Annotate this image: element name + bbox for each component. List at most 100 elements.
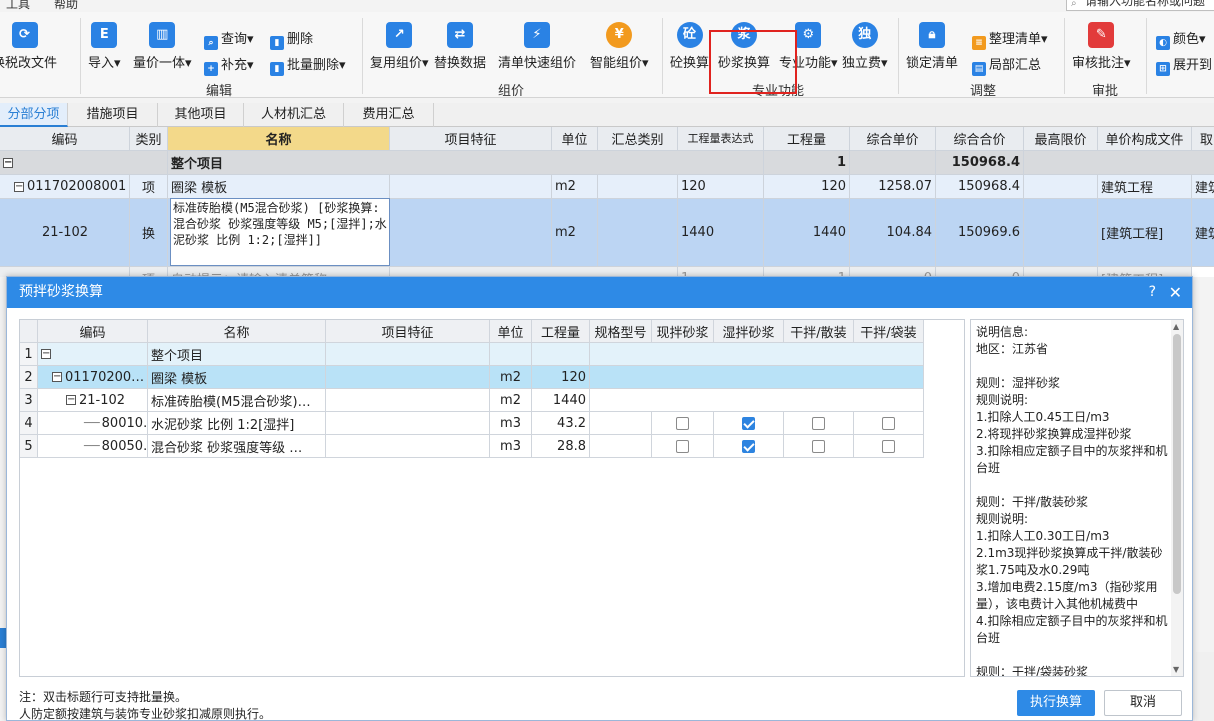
partial-summary-button[interactable]: ▤ 局部汇总: [972, 54, 1041, 76]
row-item-max-price[interactable]: [1024, 175, 1098, 199]
row-item-code[interactable]: −011702008001: [0, 175, 130, 199]
cancel-button[interactable]: 取消: [1104, 690, 1182, 716]
row-whole-project-code[interactable]: −: [0, 151, 168, 175]
site-mixed-checkbox[interactable]: [676, 439, 689, 453]
unit-price-button[interactable]: ▥ 量价一体▾: [133, 22, 192, 71]
wet-mixed-checkbox[interactable]: [742, 416, 755, 430]
dry-bulk-checkbox[interactable]: [812, 439, 825, 453]
replace-data-button[interactable]: ⇄ 替换数据: [434, 22, 486, 71]
table-row-code[interactable]: ──80050…: [38, 435, 148, 458]
expand-to-button[interactable]: ⊞ 展开到: [1156, 54, 1212, 76]
row-item-name[interactable]: 圈梁 模板: [168, 175, 390, 199]
table-row-code[interactable]: −21-102: [38, 389, 148, 412]
col-header-unit[interactable]: 单位: [552, 127, 598, 151]
row-item-category[interactable]: 项: [130, 175, 168, 199]
row-sub-extra[interactable]: 建筑: [1192, 199, 1214, 267]
info-scrollbar[interactable]: ▲ ▼: [1171, 320, 1183, 676]
row-item-extra[interactable]: 建筑: [1192, 175, 1214, 199]
collapse-icon[interactable]: −: [3, 157, 13, 168]
table-row-name[interactable]: 标准砖胎模(M5混合砂浆)…: [148, 389, 326, 412]
row-item-template[interactable]: 建筑工程: [1098, 175, 1192, 199]
independent-fee-button[interactable]: 独 独立费▾: [842, 22, 888, 71]
table-row-name[interactable]: 混合砂浆 砂浆强度等级 …: [148, 435, 326, 458]
table-row-unit[interactable]: m2: [490, 366, 532, 389]
table-row-feature[interactable]: [326, 366, 490, 389]
col-header-max-price[interactable]: 最高限价: [1024, 127, 1098, 151]
table-row-qty[interactable]: 120: [532, 366, 590, 389]
tab-sub-items[interactable]: 分部分项: [0, 103, 68, 127]
tab-cost-summary[interactable]: 费用汇总: [344, 103, 434, 127]
lock-list-button[interactable]: 🔒︎ 锁定清单: [906, 22, 958, 71]
col-header-extra[interactable]: 取: [1192, 127, 1214, 151]
col-header-quantity-expression[interactable]: 工程量表达式: [678, 127, 764, 151]
row-whole-project-price[interactable]: [850, 151, 936, 175]
dlg-col-header-wet-mixed[interactable]: 湿拌砂浆: [714, 320, 784, 343]
dlg-col-header-dry-bulk[interactable]: 干拌/散装: [784, 320, 854, 343]
menu-help[interactable]: 帮助: [54, 0, 78, 12]
table-row-name[interactable]: 整个项目: [148, 343, 326, 366]
site-mixed-checkbox[interactable]: [676, 416, 689, 430]
menu-tools[interactable]: 工具: [6, 0, 30, 12]
table-row-options[interactable]: [590, 366, 924, 389]
row-sub-qty[interactable]: 1440: [764, 199, 850, 267]
dlg-col-header-unit[interactable]: 单位: [490, 320, 532, 343]
row-sub-unit[interactable]: m2: [552, 199, 598, 267]
dlg-col-header-spec[interactable]: 规格型号: [590, 320, 652, 343]
table-row-qty[interactable]: 28.8: [532, 435, 590, 458]
execute-conversion-button[interactable]: 执行换算: [1017, 690, 1095, 716]
tab-other-items[interactable]: 其他项目: [158, 103, 244, 127]
table-row-name[interactable]: 圈梁 模板: [148, 366, 326, 389]
collapse-icon[interactable]: −: [66, 395, 76, 405]
col-header-code[interactable]: 编码: [0, 127, 130, 151]
table-row-code[interactable]: −01170200…: [38, 366, 148, 389]
row-item-feature[interactable]: [390, 175, 552, 199]
dlg-col-header-name[interactable]: 名称: [148, 320, 326, 343]
table-row-qty[interactable]: 1440: [532, 389, 590, 412]
row-sub-summary-category[interactable]: [598, 199, 678, 267]
close-icon[interactable]: ✕: [1169, 277, 1182, 308]
table-row-unit[interactable]: m3: [490, 435, 532, 458]
quick-pricing-button[interactable]: ⚡ 清单快速组价: [498, 22, 576, 71]
col-header-quantity[interactable]: 工程量: [764, 127, 850, 151]
scroll-up-icon[interactable]: ▲: [1173, 322, 1179, 331]
table-row-code[interactable]: −: [38, 343, 148, 366]
row-sub-price[interactable]: 104.84: [850, 199, 936, 267]
table-row-feature[interactable]: [326, 343, 490, 366]
row-item-total[interactable]: 150968.4: [936, 175, 1024, 199]
tax-file-button[interactable]: ⟳ 换税改文件: [0, 22, 57, 71]
table-row-spec[interactable]: [590, 412, 652, 435]
dlg-col-header-dry-bag[interactable]: 干拌/袋装: [854, 320, 924, 343]
table-row-code[interactable]: ──80010…: [38, 412, 148, 435]
row-sub-code[interactable]: 21-102: [0, 199, 130, 267]
row-sub-total[interactable]: 150969.6: [936, 199, 1024, 267]
col-header-name[interactable]: 名称: [168, 127, 390, 151]
row-sub-feature[interactable]: [390, 199, 552, 267]
col-header-summary-category[interactable]: 汇总类别: [598, 127, 678, 151]
table-row-spec[interactable]: [590, 435, 652, 458]
row-whole-project-name[interactable]: 整个项目: [168, 151, 764, 175]
table-row-unit[interactable]: m2: [490, 389, 532, 412]
collapse-icon[interactable]: −: [14, 181, 24, 192]
color-button[interactable]: ◐ 颜色▾: [1156, 28, 1206, 50]
collapse-icon[interactable]: −: [41, 349, 51, 359]
dlg-col-header-code[interactable]: 编码: [38, 320, 148, 343]
row-sub-name-editor[interactable]: 标准砖胎模(M5混合砂浆) [砂浆换算:混合砂浆 砂浆强度等级 M5;[湿拌];…: [170, 198, 390, 266]
row-whole-project-total[interactable]: 150968.4: [936, 151, 1024, 175]
table-row-unit[interactable]: [490, 343, 532, 366]
table-row-feature[interactable]: [326, 389, 490, 412]
table-row-qty[interactable]: [532, 343, 590, 366]
dry-bulk-checkbox[interactable]: [812, 416, 825, 430]
scrollbar-thumb[interactable]: [1173, 334, 1181, 594]
supplement-button[interactable]: + 补充▾: [204, 54, 254, 76]
row-sub-category[interactable]: 换: [130, 199, 168, 267]
table-row-options[interactable]: [590, 389, 924, 412]
smart-pricing-button[interactable]: ¥ 智能组价▾: [590, 22, 649, 71]
scroll-down-icon[interactable]: ▼: [1173, 665, 1179, 674]
review-comment-button[interactable]: ✎ 审核批注▾: [1072, 22, 1131, 71]
row-whole-project-qty[interactable]: 1: [764, 151, 850, 175]
table-row-unit[interactable]: m3: [490, 412, 532, 435]
col-header-feature[interactable]: 项目特征: [390, 127, 552, 151]
dry-bag-checkbox[interactable]: [882, 416, 895, 430]
table-row-feature[interactable]: [326, 435, 490, 458]
table-row-qty[interactable]: 43.2: [532, 412, 590, 435]
